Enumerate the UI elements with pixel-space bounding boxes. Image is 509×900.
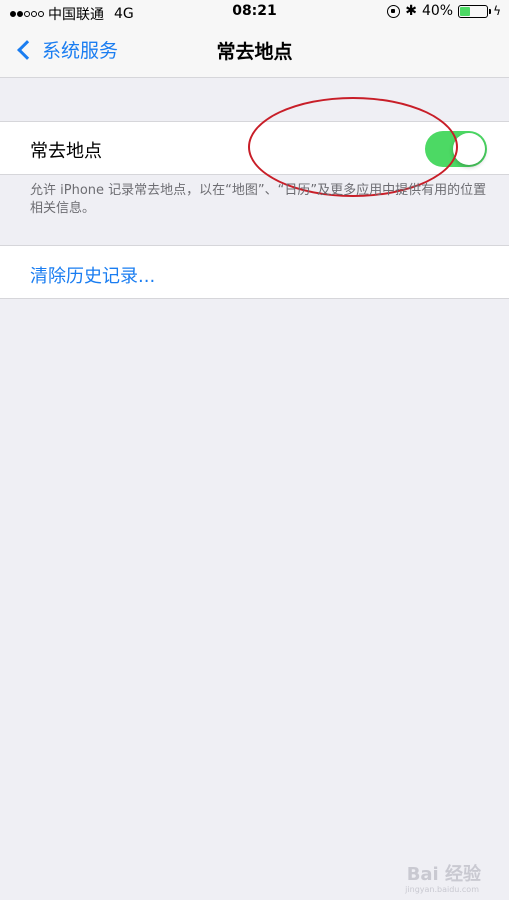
- battery-percent: 40%: [421, 3, 454, 19]
- bluetooth-icon: ✱: [405, 3, 417, 19]
- watermark-logo: Bai 经验: [406, 864, 481, 885]
- frequent-locations-toggle[interactable]: [425, 131, 487, 167]
- clear-history-cell[interactable]: 清除历史记录...: [0, 245, 509, 299]
- status-right: ✱ 40% ϟ: [387, 3, 501, 19]
- watermark-url: jingyan.baidu.com: [405, 885, 479, 894]
- section-footer-text: 允许 iPhone 记录常去地点，以在“地图”、“日历”及更多应用中提供有用的位…: [30, 183, 487, 216]
- clear-history-button[interactable]: 清除历史记录...: [30, 262, 155, 288]
- status-bar: 中国联通 4G 08:21 ✱ 40% ϟ: [0, 0, 509, 24]
- navigation-bar: 系统服务 常去地点: [0, 24, 509, 78]
- rotation-lock-icon: [387, 4, 401, 18]
- battery-icon: [458, 4, 492, 18]
- toggle-knob: [453, 133, 485, 165]
- charging-icon: ϟ: [493, 4, 501, 18]
- frequent-locations-cell: 常去地点: [0, 121, 509, 175]
- page-title: 常去地点: [216, 41, 293, 63]
- frequent-locations-label: 常去地点: [30, 141, 102, 162]
